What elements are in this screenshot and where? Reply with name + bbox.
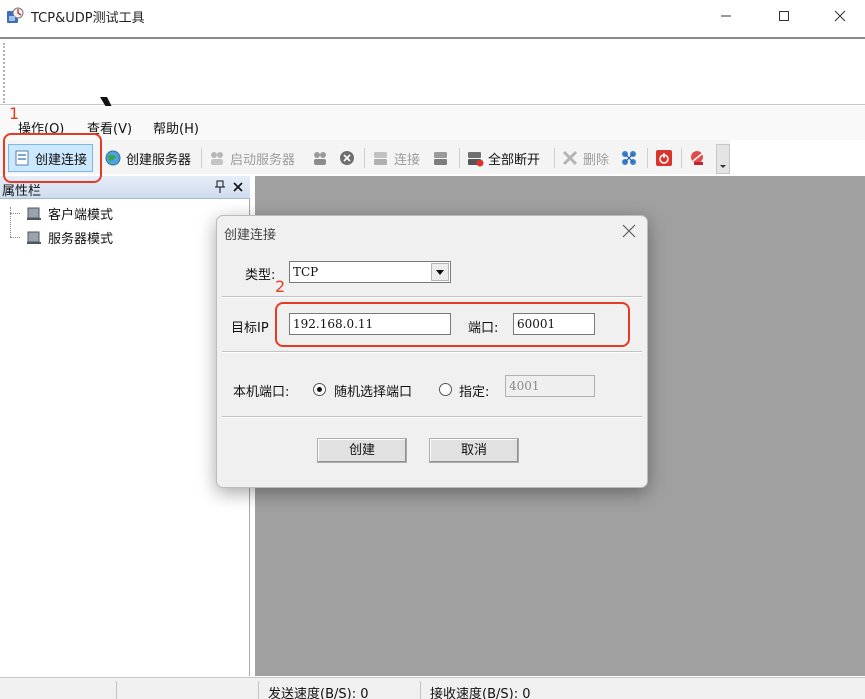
banner-area — [0, 37, 865, 107]
create-connection-dialog: 创建连接 类型: TCP 目标IP 192.168.0.11 端口: 60001… — [216, 215, 648, 488]
delete-button[interactable]: 删除 — [561, 147, 609, 169]
connect-button[interactable]: 连接 — [372, 147, 420, 169]
disconnect-button[interactable] — [432, 147, 450, 169]
random-port-label[interactable]: 随机选择端口 — [334, 381, 412, 400]
target-ip-label: 目标IP — [231, 321, 269, 336]
stop-circle-icon — [340, 151, 354, 165]
create-server-label: 创建服务器 — [126, 152, 192, 168]
power-button[interactable] — [655, 147, 673, 169]
status-separator — [420, 681, 421, 699]
receive-speed-text: 接收速度(B/S): 0 — [430, 687, 531, 699]
random-port-radio[interactable] — [313, 383, 326, 396]
properties-panel: 属性栏 客户端模式 服务器模式 — [0, 176, 250, 676]
close-button[interactable] — [817, 0, 863, 32]
status-separator — [258, 681, 259, 699]
server-mode-icon — [27, 231, 41, 244]
toolbar-separator — [459, 148, 460, 168]
exit-icon — [691, 151, 704, 165]
menu-bar: 操作(O) 查看(V) 帮助(H) — [0, 106, 865, 140]
specify-port-radio[interactable] — [439, 383, 452, 396]
tree-item-label: 客户端模式 — [48, 208, 114, 223]
disconnect-all-label: 全部断开 — [488, 152, 541, 168]
network-icon — [622, 151, 636, 165]
status-bar: 发送速度(B/S): 0 接收速度(B/S): 0 — [0, 677, 865, 699]
chevron-down-icon — [720, 165, 726, 168]
delete-label: 删除 — [583, 152, 610, 168]
connect-label: 连接 — [394, 152, 421, 168]
disconnect-icon — [434, 152, 447, 165]
stop-button[interactable] — [338, 147, 356, 169]
chevron-down-icon — [436, 270, 444, 275]
create-server-button[interactable]: 创建服务器 — [104, 147, 191, 169]
delete-x-icon — [562, 150, 578, 166]
type-label: 类型: — [245, 268, 276, 283]
create-button[interactable]: 创建 — [317, 438, 407, 463]
minimize-icon — [721, 15, 731, 17]
send-speed-text: 发送速度(B/S): 0 — [268, 687, 369, 699]
toolbar: 创建连接 创建服务器 启动服务器 连接 全部断开 删除 — [0, 140, 730, 174]
window-title: TCP&UDP测试工具 — [31, 11, 145, 26]
type-select[interactable]: TCP — [289, 261, 451, 283]
annotation-highlight-step-1 — [3, 133, 102, 183]
dialog-separator — [222, 296, 642, 298]
start-server-icon — [211, 152, 223, 165]
dialog-separator — [222, 351, 642, 353]
network-button[interactable] — [620, 147, 638, 169]
dialog-title: 创建连接 — [224, 228, 277, 243]
menu-help[interactable]: 帮助(H) — [153, 118, 199, 137]
specify-port-input[interactable]: 4001 — [505, 375, 595, 397]
close-panel-icon[interactable] — [232, 180, 244, 194]
local-port-label: 本机端口: — [233, 385, 290, 400]
type-select-dropdown-button[interactable] — [431, 263, 449, 281]
stop-server-button[interactable] — [311, 147, 329, 169]
specify-port-label[interactable]: 指定: — [459, 381, 489, 400]
power-icon — [656, 150, 672, 166]
dialog-close-icon[interactable] — [622, 224, 636, 238]
app-icon — [7, 7, 24, 23]
type-select-value: TCP — [293, 265, 319, 279]
client-mode-icon — [27, 207, 41, 220]
start-server-label: 启动服务器 — [230, 152, 296, 168]
tree-item-label: 服务器模式 — [48, 232, 114, 247]
maximize-button[interactable] — [761, 0, 807, 32]
status-separator — [116, 681, 117, 699]
toolbar-separator — [681, 148, 682, 168]
start-server-button[interactable]: 启动服务器 — [208, 147, 295, 169]
title-bar: TCP&UDP测试工具 — [0, 0, 865, 32]
disconnect-all-button[interactable]: 全部断开 — [466, 147, 540, 169]
pin-icon[interactable] — [214, 180, 226, 194]
tree-item-server-mode[interactable]: 服务器模式 — [10, 228, 113, 247]
toolbar-separator — [554, 148, 555, 168]
banner-grip — [3, 43, 5, 103]
dialog-separator — [222, 416, 642, 418]
server-users-icon — [314, 152, 326, 165]
toolbar-separator — [364, 148, 365, 168]
globe-server-icon — [105, 150, 121, 166]
toolbar-separator — [201, 148, 202, 168]
exit-button[interactable] — [689, 147, 707, 169]
tree-connector — [10, 237, 20, 238]
annotation-step-2-number: 2 — [275, 277, 286, 296]
tree-connector — [10, 213, 20, 214]
annotation-step-1-number: 1 — [9, 104, 20, 123]
annotation-highlight-step-2 — [275, 302, 630, 347]
close-icon — [834, 10, 846, 22]
disconnect-all-icon — [468, 152, 484, 167]
minimize-button[interactable] — [703, 0, 749, 32]
toolbar-overflow-button[interactable] — [716, 144, 730, 174]
connect-icon — [374, 152, 387, 165]
maximize-icon — [779, 11, 789, 21]
toolbar-separator — [647, 148, 648, 168]
cancel-button[interactable]: 取消 — [429, 438, 519, 463]
tree-item-client-mode[interactable]: 客户端模式 — [10, 204, 113, 223]
